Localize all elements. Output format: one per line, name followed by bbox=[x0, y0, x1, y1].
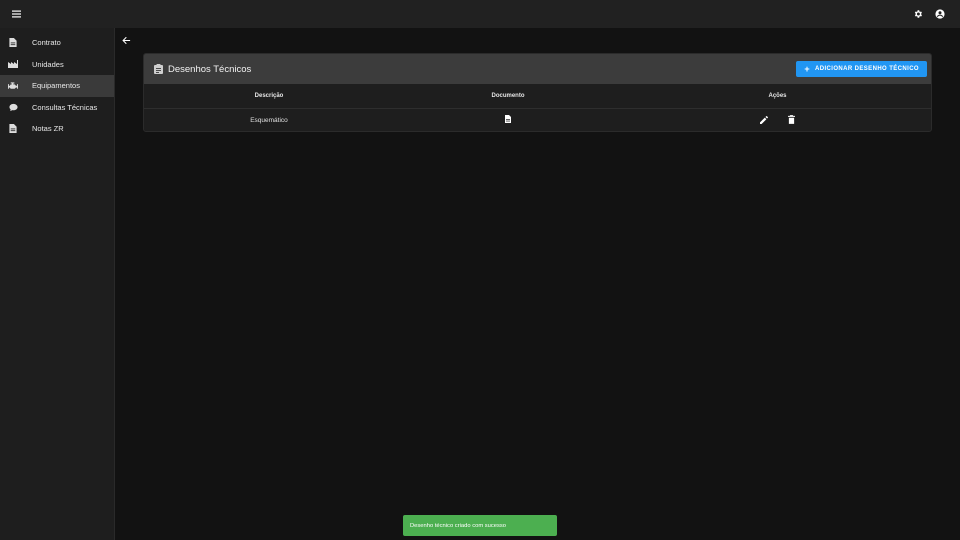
sidebar-item-label: Unidades bbox=[32, 59, 64, 69]
chat-icon bbox=[8, 102, 18, 112]
file-icon[interactable] bbox=[504, 115, 512, 124]
engine-icon bbox=[8, 81, 18, 91]
card-title: Desenhos Técnicos bbox=[153, 64, 251, 75]
sidebar-item-label: Notas ZR bbox=[32, 124, 64, 134]
table-header-row: Descrição Documento Ações bbox=[144, 84, 931, 109]
cell-acoes bbox=[622, 108, 931, 131]
sidebar: Contrato Unidades Equipamentos Consultas… bbox=[0, 28, 115, 540]
drawings-table: Descrição Documento Ações Esquemático bbox=[144, 84, 931, 131]
app-bar bbox=[0, 0, 960, 28]
sidebar-item-label: Consultas Técnicas bbox=[32, 102, 98, 112]
menu-icon[interactable] bbox=[8, 6, 24, 22]
success-snackbar: Desenho técnico criado com sucesso bbox=[403, 515, 557, 536]
factory-icon bbox=[8, 59, 18, 69]
snackbar-message: Desenho técnico criado com sucesso bbox=[410, 522, 507, 529]
gear-icon[interactable] bbox=[910, 6, 926, 22]
sidebar-item-contrato[interactable]: Contrato bbox=[0, 32, 114, 54]
edit-icon[interactable] bbox=[759, 115, 769, 125]
plus-icon: + bbox=[804, 63, 810, 74]
delete-icon[interactable] bbox=[787, 115, 797, 125]
cell-descricao: Esquemático bbox=[250, 116, 288, 124]
column-header-documento[interactable]: Documento bbox=[394, 84, 622, 109]
card-header: Desenhos Técnicos + ADICIONAR DESENHO TÉ… bbox=[144, 54, 931, 84]
add-button-label: ADICIONAR DESENHO TÉCNICO bbox=[814, 66, 919, 72]
column-header-acoes: Ações bbox=[622, 84, 931, 109]
table-row: Esquemático bbox=[144, 108, 931, 131]
sidebar-item-label: Equipamentos bbox=[32, 81, 80, 91]
technical-drawings-card: Desenhos Técnicos + ADICIONAR DESENHO TÉ… bbox=[143, 53, 932, 132]
sidebar-item-label: Contrato bbox=[32, 38, 61, 48]
document-icon bbox=[8, 124, 18, 134]
sidebar-item-unidades[interactable]: Unidades bbox=[0, 54, 114, 76]
sidebar-item-equipamentos[interactable]: Equipamentos bbox=[0, 75, 114, 97]
column-header-descricao[interactable]: Descrição bbox=[144, 84, 394, 109]
sidebar-item-consultas-tecnicas[interactable]: Consultas Técnicas bbox=[0, 97, 114, 119]
account-circle-icon[interactable] bbox=[932, 6, 948, 22]
clipboard-document-icon bbox=[153, 64, 163, 74]
cell-documento bbox=[394, 108, 622, 131]
arrow-left-icon[interactable] bbox=[120, 34, 132, 46]
sidebar-item-notas-zr[interactable]: Notas ZR bbox=[0, 118, 114, 140]
add-technical-drawing-button[interactable]: + ADICIONAR DESENHO TÉCNICO bbox=[796, 61, 927, 77]
page-title: Desenhos Técnicos bbox=[168, 63, 252, 75]
document-icon bbox=[8, 38, 18, 48]
